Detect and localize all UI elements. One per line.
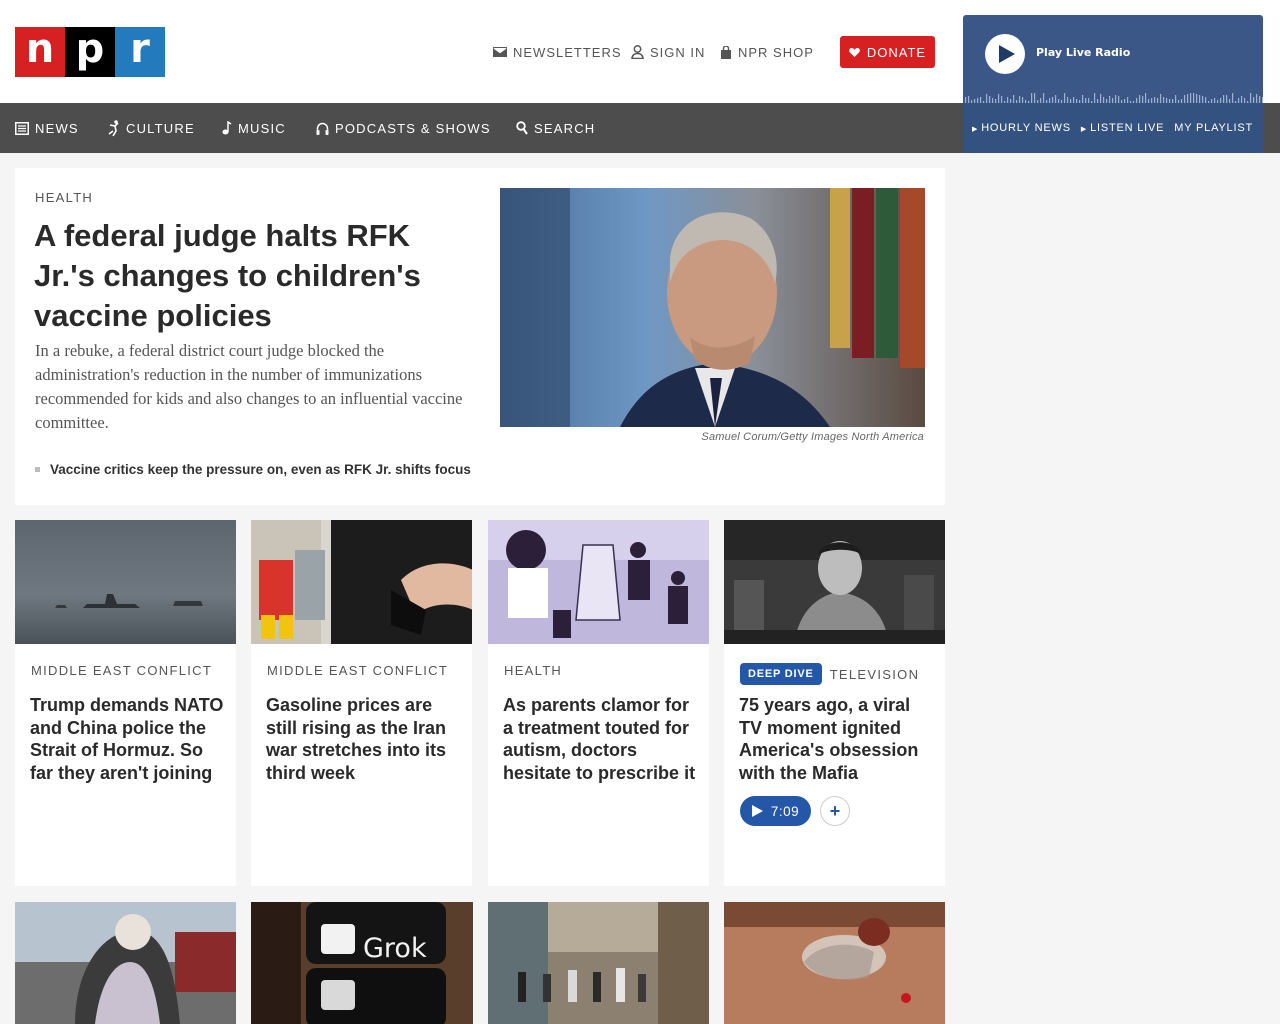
story-thumbnail-hearing[interactable] bbox=[724, 520, 945, 644]
npr-shop-label: NPR SHOP bbox=[738, 44, 814, 60]
radio-links: ▶ HOURLY NEWS ▶ LISTEN LIVE MY PLAYLIST bbox=[963, 103, 1263, 153]
card-slug-row: MIDDLE EAST CONFLICT bbox=[31, 663, 212, 678]
logo-letter-r: r bbox=[115, 27, 165, 77]
story-card: MIDDLE EAST CONFLICT Gasoline prices are… bbox=[251, 520, 472, 886]
play-icon bbox=[751, 805, 763, 817]
sign-in-link[interactable]: SIGN IN bbox=[631, 42, 705, 62]
lead-story-slug[interactable]: HEALTH bbox=[35, 190, 93, 205]
add-to-playlist-button[interactable]: + bbox=[820, 796, 850, 826]
listen-live-link[interactable]: ▶ LISTEN LIVE bbox=[1081, 122, 1164, 134]
newsletters-link[interactable]: NEWSLETTERS bbox=[493, 42, 622, 62]
nav-music-label: MUSIC bbox=[238, 120, 286, 136]
nav-culture[interactable]: CULTURE bbox=[108, 103, 195, 153]
card-slug-row: MIDDLE EAST CONFLICT bbox=[267, 663, 448, 678]
lead-story-headline[interactable]: A federal judge halts RFK Jr.'s changes … bbox=[34, 216, 474, 336]
bullet-icon bbox=[35, 467, 40, 472]
story-card: DEEP DIVE TELEVISION 75 years ago, a vir… bbox=[724, 520, 945, 886]
story-thumbnail-fly[interactable] bbox=[724, 902, 945, 1024]
related-story-link[interactable]: Vaccine critics keep the pressure on, ev… bbox=[35, 462, 471, 477]
newsletters-label: NEWSLETTERS bbox=[513, 44, 622, 60]
story-thumbnail-grok[interactable]: Grok bbox=[251, 902, 473, 1024]
main-nav: NEWS CULTURE MUSIC PODCASTS & SHOWS SEAR… bbox=[0, 103, 963, 153]
music-note-icon bbox=[222, 121, 232, 135]
heart-icon bbox=[849, 48, 860, 57]
nav-podcasts-shows[interactable]: PODCASTS & SHOWS bbox=[316, 103, 491, 153]
story-thumbnail-warships[interactable] bbox=[15, 520, 236, 644]
play-live-radio-button[interactable] bbox=[985, 34, 1025, 74]
audio-waveform-graphic bbox=[965, 93, 1263, 103]
card-headline[interactable]: 75 years ago, a viral TV moment ignited … bbox=[739, 694, 934, 784]
lead-story-teaser: In a rebuke, a federal district court ju… bbox=[35, 341, 463, 432]
story-card: MIDDLE EAST CONFLICT Trump demands NATO … bbox=[15, 520, 236, 886]
dancer-icon bbox=[108, 119, 119, 136]
my-playlist-label: MY PLAYLIST bbox=[1174, 122, 1253, 134]
triangle-right-icon: ▶ bbox=[1080, 126, 1088, 133]
sign-in-label: SIGN IN bbox=[650, 44, 706, 60]
nav-bar-edge bbox=[1263, 103, 1280, 153]
npr-logo[interactable]: n p r bbox=[15, 27, 165, 77]
story-card: HEALTH As parents clamor for a treatment… bbox=[488, 520, 709, 886]
card-headline[interactable]: Trump demands NATO and China police the … bbox=[30, 694, 225, 784]
story-thumbnail-embrace[interactable] bbox=[15, 902, 236, 1024]
triangle-right-icon: ▶ bbox=[972, 126, 979, 133]
audio-duration: 7:09 bbox=[770, 803, 800, 819]
story-thumbnail-street[interactable] bbox=[488, 902, 709, 1024]
lead-story-photo[interactable] bbox=[500, 188, 925, 427]
nav-search-label: SEARCH bbox=[534, 120, 596, 136]
card-slug[interactable]: MIDDLE EAST CONFLICT bbox=[267, 663, 448, 678]
card-slug-row: DEEP DIVE TELEVISION bbox=[740, 663, 919, 685]
card-slug-row: HEALTH bbox=[504, 663, 562, 678]
play-icon bbox=[999, 45, 1015, 63]
donate-button[interactable]: DONATE bbox=[840, 36, 935, 68]
nav-culture-label: CULTURE bbox=[126, 120, 195, 136]
play-live-radio-label: Play Live Radio bbox=[1036, 46, 1131, 59]
logo-letter-n: n bbox=[15, 27, 65, 77]
npr-shop-link[interactable]: NPR SHOP bbox=[720, 42, 814, 62]
nav-music[interactable]: MUSIC bbox=[222, 103, 286, 153]
deep-dive-badge: DEEP DIVE bbox=[740, 663, 822, 685]
hourly-news-link[interactable]: ▶ HOURLY NEWS bbox=[972, 122, 1071, 134]
card-headline[interactable]: As parents clamor for a treatment touted… bbox=[503, 694, 698, 784]
story-thumbnail-gas-pump[interactable] bbox=[251, 520, 472, 644]
nav-news[interactable]: NEWS bbox=[15, 103, 79, 153]
my-playlist-link[interactable]: MY PLAYLIST bbox=[1174, 122, 1253, 134]
nav-search[interactable]: SEARCH bbox=[516, 103, 595, 153]
nav-podcasts-label: PODCASTS & SHOWS bbox=[335, 120, 491, 136]
newspaper-icon bbox=[15, 121, 29, 135]
grok-logo-text: Grok bbox=[363, 933, 427, 964]
card-slug[interactable]: HEALTH bbox=[504, 663, 562, 678]
photo-credit: Samuel Corum/Getty Images North America bbox=[701, 431, 924, 443]
story-thumbnail-illustration[interactable] bbox=[488, 520, 709, 644]
live-radio-player: Play Live Radio ▶ HOURLY NEWS ▶ LISTEN LIV… bbox=[963, 15, 1263, 153]
related-story-label: Vaccine critics keep the pressure on, ev… bbox=[50, 462, 471, 477]
headphones-icon bbox=[316, 122, 329, 135]
card-slug[interactable]: MIDDLE EAST CONFLICT bbox=[31, 663, 212, 678]
envelope-icon bbox=[493, 47, 507, 57]
listen-live-label: LISTEN LIVE bbox=[1090, 122, 1165, 134]
logo-letter-p: p bbox=[65, 27, 115, 77]
shopping-bag-icon bbox=[721, 45, 731, 59]
donate-label: DONATE bbox=[866, 44, 927, 60]
search-icon bbox=[516, 121, 528, 135]
audio-play-button[interactable]: 7:09 bbox=[740, 796, 811, 826]
hourly-news-label: HOURLY NEWS bbox=[981, 122, 1071, 134]
card-slug[interactable]: TELEVISION bbox=[830, 667, 920, 682]
card-headline[interactable]: Gasoline prices are still rising as the … bbox=[266, 694, 461, 784]
nav-news-label: NEWS bbox=[35, 120, 79, 136]
lead-story: HEALTH A federal judge halts RFK Jr.'s c… bbox=[15, 168, 945, 505]
user-icon bbox=[631, 45, 644, 59]
